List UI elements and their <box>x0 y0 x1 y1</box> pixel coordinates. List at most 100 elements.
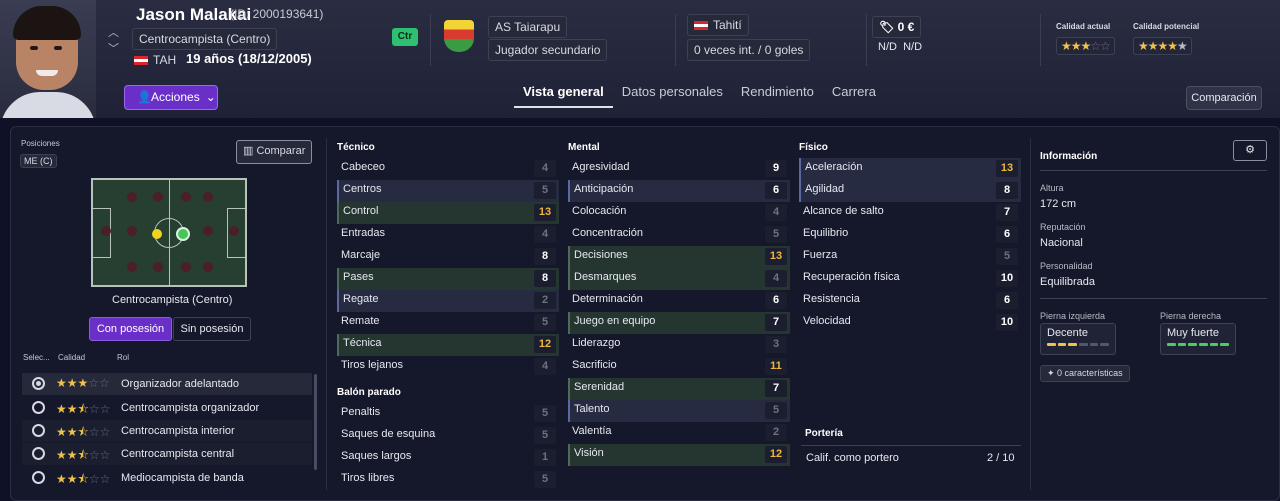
attribute-row: Anticipación 6 <box>568 180 790 202</box>
player-id: (ID: 2000193641) <box>230 7 324 21</box>
tab-overview[interactable]: Vista general <box>514 84 613 108</box>
attribute-row: Desmarques 4 <box>568 268 790 290</box>
chevron-down-icon[interactable]: ﹀ <box>108 40 119 56</box>
actions-button[interactable]: 👤 Acciones ⌄ <box>124 85 218 110</box>
attribute-name: Talento <box>574 403 610 415</box>
role-row[interactable]: ★★★☆☆ Organizador adelantado <box>22 373 312 395</box>
attribute-value: 6 <box>765 182 787 199</box>
technical-title: Técnico <box>337 142 375 153</box>
positions-label: Posiciones <box>21 139 60 148</box>
tab-personal[interactable]: Datos personales <box>613 84 732 108</box>
attribute-value: 5 <box>765 402 787 419</box>
foot-meter-segment <box>1068 343 1078 346</box>
attribute-name: Pases <box>343 271 374 283</box>
attribute-row: Equilibrio 6 <box>799 224 1021 246</box>
foot-meter-segment <box>1167 343 1176 346</box>
international-caps: 0 veces int. / 0 goles <box>687 39 811 61</box>
attribute-row: Técnica 12 <box>337 334 559 356</box>
role-row[interactable]: ★★⯪☆☆ Centrocampista central <box>22 443 312 465</box>
attribute-name: Liderazgo <box>572 337 621 349</box>
role-name: Centrocampista interior <box>121 425 235 437</box>
compare-label: Comparar <box>256 145 306 157</box>
attribute-name: Penaltis <box>341 406 381 418</box>
attribute-name: Equilibrio <box>803 227 849 239</box>
attribute-value: 6 <box>996 292 1018 309</box>
attribute-name: Sacrificio <box>572 359 617 371</box>
club-crest-icon[interactable] <box>444 20 474 52</box>
role-name: Organizador adelantado <box>121 378 240 390</box>
side-badge: Ctr <box>392 28 418 46</box>
position-value: ME (C) <box>20 154 57 168</box>
radio[interactable] <box>32 401 45 414</box>
attribute-value: 13 <box>996 160 1018 177</box>
tab-performance[interactable]: Rendimiento <box>732 84 823 108</box>
attribute-name: Agresividad <box>572 161 630 173</box>
foot-meter-segment <box>1199 343 1208 346</box>
attribute-row: Entradas 4 <box>337 224 559 246</box>
player-value: 🏷 0 € <box>872 16 922 38</box>
role-row[interactable]: ★★⯪☆☆ Centrocampista interior <box>22 420 312 442</box>
with-ball-toggle[interactable]: Con posesión <box>89 317 172 341</box>
traits-button[interactable]: ✦ 0 características <box>1040 365 1130 382</box>
club-name[interactable]: AS Taiarapu <box>488 16 568 38</box>
radio[interactable] <box>32 447 45 460</box>
radio[interactable] <box>32 471 45 484</box>
scrollbar[interactable] <box>314 374 317 470</box>
attribute-row: Talento 5 <box>568 400 790 422</box>
radio[interactable] <box>32 424 45 437</box>
radio-selected[interactable] <box>32 377 45 390</box>
attribute-name: Control <box>343 205 379 217</box>
attribute-value: 8 <box>996 182 1018 199</box>
value-label: 0 € <box>897 20 915 34</box>
attribute-value: 10 <box>996 270 1018 287</box>
attribute-row: Liderazgo 3 <box>568 334 790 356</box>
attribute-name: Saques de esquina <box>341 428 436 440</box>
role-row[interactable]: ★★⯪☆☆ Mediocampista de banda <box>22 467 312 489</box>
secondary-position-marker <box>152 229 162 239</box>
nation-code-label: TAH <box>153 53 177 67</box>
attribute-name: Centros <box>343 183 382 195</box>
attribute-value: 7 <box>765 314 787 331</box>
attribute-value: 5 <box>534 314 556 331</box>
attribute-value: 5 <box>534 405 556 422</box>
divider <box>1040 14 1041 66</box>
attribute-value: 5 <box>765 226 787 243</box>
tab-career[interactable]: Carrera <box>823 84 885 108</box>
attribute-value: 4 <box>534 358 556 375</box>
comparison-button[interactable]: Comparación <box>1186 86 1262 110</box>
info-settings-icon[interactable]: ⚙ <box>1233 140 1267 161</box>
divider <box>866 14 867 66</box>
selected-position-marker <box>176 227 190 241</box>
col-quality: Calidad <box>58 353 86 362</box>
attribute-name: Velocidad <box>803 315 851 327</box>
foot-meter-segment <box>1057 343 1067 346</box>
compare-button[interactable]: ▥ Comparar <box>236 140 313 164</box>
person-icon: 👤 <box>137 90 152 104</box>
technical-column: Técnico Cabeceo 4 Centros 5 Control 13 Entrada… <box>337 142 559 378</box>
attribute-name: Remate <box>341 315 380 327</box>
potential-quality-stars: ★★★★★ <box>1133 37 1192 55</box>
goalkeeping-title: Portería <box>805 428 843 439</box>
attribute-value: 7 <box>765 380 787 397</box>
left-foot-value: Decente <box>1047 327 1088 339</box>
chevron-up-icon[interactable]: ︿ <box>108 24 119 40</box>
without-ball-toggle[interactable]: Sin posesión <box>173 317 251 341</box>
gk-rating-label: Calif. como portero <box>806 452 899 464</box>
col-role: Rol <box>117 353 130 362</box>
left-foot-meter <box>1047 343 1110 346</box>
role-row[interactable]: ★★⯪☆☆ Centrocampista organizador <box>22 397 312 419</box>
attribute-row: Tiros lejanos 4 <box>337 356 559 378</box>
divider <box>675 14 676 66</box>
attribute-name: Decisiones <box>574 249 628 261</box>
attribute-row: Agresividad 9 <box>568 158 790 180</box>
actions-label: Acciones <box>151 90 200 104</box>
attribute-name: Valentía <box>572 425 612 437</box>
attribute-row: Centros 5 <box>337 180 559 202</box>
attribute-name: Desmarques <box>574 271 637 283</box>
attribute-name: Aceleración <box>805 161 863 173</box>
nation-pill[interactable]: Tahití <box>687 14 749 36</box>
attribute-value: 4 <box>765 204 787 221</box>
attribute-value: 5 <box>534 471 556 488</box>
attribute-row: Serenidad 7 <box>568 378 790 400</box>
attribute-name: Tiros lejanos <box>341 359 403 371</box>
